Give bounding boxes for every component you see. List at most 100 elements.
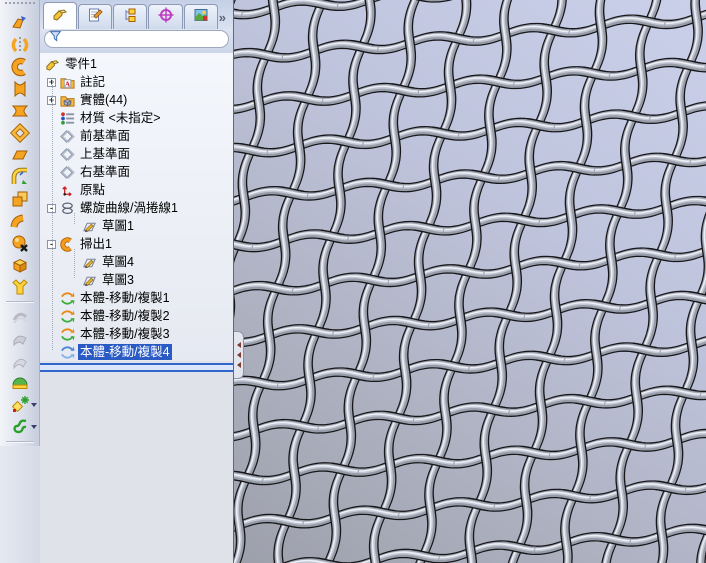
- revolved-boss-button[interactable]: [5, 34, 35, 56]
- linear-pattern-icon: [10, 189, 30, 209]
- filter-box: [44, 30, 229, 48]
- tree-item-label: 螺旋曲線/渦捲線1: [80, 201, 178, 215]
- plane-icon: [59, 128, 75, 144]
- boundary-boss-button[interactable]: [5, 100, 35, 122]
- tree-item-helix[interactable]: - 螺旋曲線/渦捲線1: [40, 199, 233, 217]
- tree-item-right-plane[interactable]: 右基準面: [40, 163, 233, 181]
- fillet-button[interactable]: [5, 166, 35, 188]
- delete-body-icon: [10, 233, 30, 253]
- origin-icon: [59, 182, 75, 198]
- shell-button[interactable]: [5, 276, 35, 298]
- part-icon: [44, 56, 60, 72]
- tree-item-sweep[interactable]: - 掃出1: [40, 235, 233, 253]
- featuremanager-tab-icon: [52, 6, 68, 27]
- tree-item-sketch1[interactable]: 草圖1: [40, 217, 233, 235]
- material-icon: [59, 110, 75, 126]
- tree-guide-line: [74, 213, 75, 224]
- wire-mesh-model: [234, 0, 706, 563]
- lofted-boss-button[interactable]: [5, 78, 35, 100]
- graphics-area[interactable]: [233, 0, 706, 563]
- collapse-arrow-icon: [236, 352, 241, 358]
- tree-item-label: 零件1: [65, 57, 97, 71]
- tree-item-label: 本體-移動/複製1: [80, 291, 170, 305]
- tab-displaymanager[interactable]: [183, 4, 218, 29]
- filter-input[interactable]: [62, 32, 224, 46]
- tree-item-label: 右基準面: [80, 165, 131, 179]
- dropdown-arrow-icon[interactable]: [30, 425, 37, 429]
- rib-icon-disabled: [10, 329, 30, 349]
- solidworks-window: » 零件1 + A 註記 + 實體(44) 材質 <未指定> 前基準面 上基準面…: [0, 0, 706, 563]
- configurationmanager-tab-icon: [122, 7, 138, 28]
- planar-surface-button[interactable]: [5, 144, 35, 166]
- tree-item-origin[interactable]: 原點: [40, 181, 233, 199]
- tree-item-label: 掃出1: [80, 237, 112, 251]
- tab-featuremanager[interactable]: [43, 2, 78, 29]
- extruded-cut-icon: [9, 123, 30, 143]
- extruded-boss-base-icon: [10, 13, 30, 33]
- wrap-button-disabled[interactable]: [5, 350, 35, 372]
- wrap-icon-disabled: [10, 351, 30, 371]
- tree-item-label: 註記: [80, 75, 106, 89]
- dropdown-arrow-icon[interactable]: [30, 403, 37, 407]
- dome-button[interactable]: [5, 372, 35, 394]
- tab-dimxpertmanager[interactable]: [148, 4, 183, 29]
- annotations-folder-icon: A: [59, 74, 75, 90]
- tree-item-annotations[interactable]: + A 註記: [40, 73, 233, 91]
- linear-pattern-button[interactable]: [5, 188, 35, 210]
- combine-bodies-icon: [10, 255, 30, 275]
- tree-item-sketch4[interactable]: 草圖4: [40, 253, 233, 271]
- panel-splitter-handle[interactable]: [234, 331, 244, 379]
- curve-flyout-button[interactable]: [5, 394, 37, 416]
- draft-button-disabled[interactable]: [5, 306, 35, 328]
- featuremanager-panel: » 零件1 + A 註記 + 實體(44) 材質 <未指定> 前基準面 上基準面…: [40, 0, 233, 563]
- svg-text:A: A: [64, 79, 70, 88]
- tree-item-sketch3[interactable]: 草圖3: [40, 271, 233, 289]
- delete-body-button[interactable]: [5, 232, 35, 254]
- extruded-cut-button[interactable]: [5, 122, 35, 144]
- tree-item-move-copy-2[interactable]: 本體-移動/複製2: [40, 307, 233, 325]
- helix-spiral-icon: [59, 200, 75, 216]
- rollback-bar[interactable]: [40, 363, 233, 372]
- tree-item-move-copy-1[interactable]: 本體-移動/複製1: [40, 289, 233, 307]
- tree-item-label: 實體(44): [80, 93, 128, 107]
- draft-icon-disabled: [10, 307, 30, 327]
- tree-item-front-plane[interactable]: 前基準面: [40, 127, 233, 145]
- feature-tree: 零件1 + A 註記 + 實體(44) 材質 <未指定> 前基準面 上基準面 右…: [40, 53, 233, 361]
- filter-row: [40, 29, 233, 53]
- tree-item-label: 本體-移動/複製4: [78, 344, 172, 360]
- tree-item-part[interactable]: 零件1: [40, 55, 233, 73]
- toolbar-divider: [5, 301, 34, 303]
- tab-propertymanager[interactable]: [78, 4, 113, 29]
- collapse-arrow-icon: [236, 342, 241, 348]
- dimxpert-tab-icon: [158, 7, 174, 28]
- tree-item-material[interactable]: 材質 <未指定>: [40, 109, 233, 127]
- tree-item-move-copy-4-selected[interactable]: 本體-移動/複製4: [40, 343, 233, 361]
- rib-button-disabled[interactable]: [5, 328, 35, 350]
- filter-funnel-icon: [49, 30, 62, 48]
- tree-item-solid-bodies[interactable]: + 實體(44): [40, 91, 233, 109]
- sketch-icon: [81, 254, 97, 270]
- tree-item-move-copy-3[interactable]: 本體-移動/複製3: [40, 325, 233, 343]
- sketch-icon: [81, 272, 97, 288]
- spline-flyout-button[interactable]: [5, 416, 37, 438]
- tree-item-label: 草圖1: [102, 219, 134, 233]
- toolbar-grip[interactable]: [4, 2, 35, 8]
- move-copy-body-icon: [59, 290, 75, 306]
- tree-item-top-plane[interactable]: 上基準面: [40, 145, 233, 163]
- plane-icon: [59, 164, 75, 180]
- tree-item-label: 草圖4: [102, 255, 134, 269]
- sweep-icon: [59, 236, 75, 252]
- displaymanager-tab-icon: [193, 7, 209, 28]
- sketch-icon: [81, 218, 97, 234]
- tree-item-label: 本體-移動/複製3: [80, 327, 170, 341]
- features-toolbar: [0, 0, 40, 563]
- swept-boss-button[interactable]: [5, 56, 35, 78]
- lofted-boss-base-icon: [10, 79, 30, 99]
- flex-bend-button[interactable]: [5, 210, 35, 232]
- tab-overflow-chevron[interactable]: »: [219, 10, 231, 29]
- combine-bodies-button[interactable]: [5, 254, 35, 276]
- tab-configurationmanager[interactable]: [113, 4, 148, 29]
- propertymanager-tab-icon: [87, 7, 103, 28]
- boundary-boss-base-icon: [10, 101, 30, 121]
- extruded-boss-button[interactable]: [5, 12, 35, 34]
